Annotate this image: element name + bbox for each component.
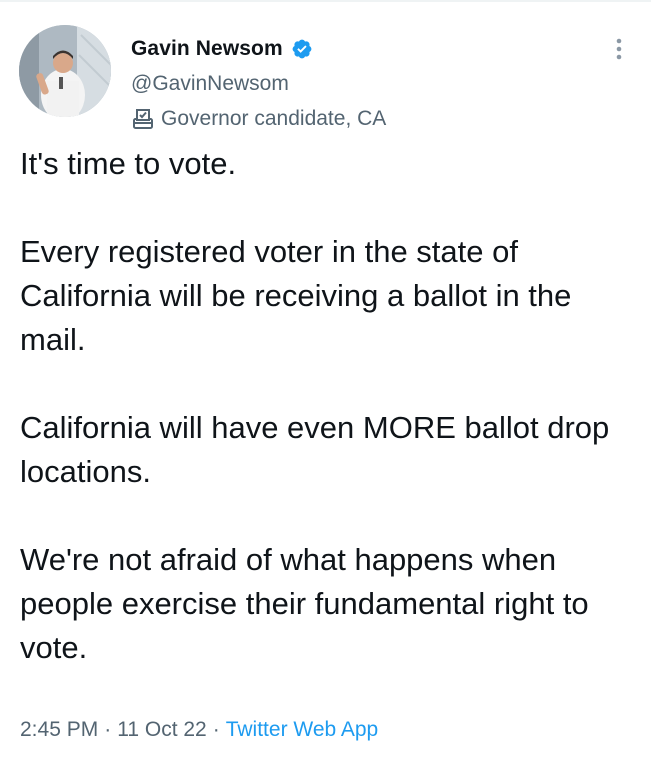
avatar-photo xyxy=(19,25,111,117)
more-options-icon xyxy=(616,38,622,60)
tweet-paragraph: We're not afraid of what happens when pe… xyxy=(20,542,589,665)
top-divider xyxy=(0,0,651,2)
author-label: Governor candidate, CA xyxy=(131,105,386,133)
tweet-text: It's time to vote. Every registered vote… xyxy=(20,142,640,670)
tweet-date[interactable]: 11 Oct 22 xyxy=(117,718,207,742)
tweet-source-link[interactable]: Twitter Web App xyxy=(226,718,379,742)
tweet-time[interactable]: 2:45 PM xyxy=(20,718,98,742)
tweet-meta: 2:45 PM · 11 Oct 22 · Twitter Web App xyxy=(20,718,378,742)
tweet-paragraph: Every registered voter in the state of C… xyxy=(20,234,572,357)
more-options-button[interactable] xyxy=(608,34,630,64)
author-name-row: Gavin Newsom xyxy=(131,34,313,64)
meta-separator: · xyxy=(104,718,112,741)
avatar[interactable] xyxy=(19,25,111,117)
author-handle[interactable]: @GavinNewsom xyxy=(131,72,289,96)
ballot-box-icon xyxy=(131,107,155,131)
author-label-text: Governor candidate, CA xyxy=(161,107,387,130)
meta-separator: · xyxy=(212,718,220,741)
author-display-name[interactable]: Gavin Newsom xyxy=(131,37,283,61)
tweet-paragraph: It's time to vote. xyxy=(20,146,237,181)
tweet-paragraph: California will have even MORE ballot dr… xyxy=(20,410,610,489)
verified-badge-icon xyxy=(291,38,313,60)
